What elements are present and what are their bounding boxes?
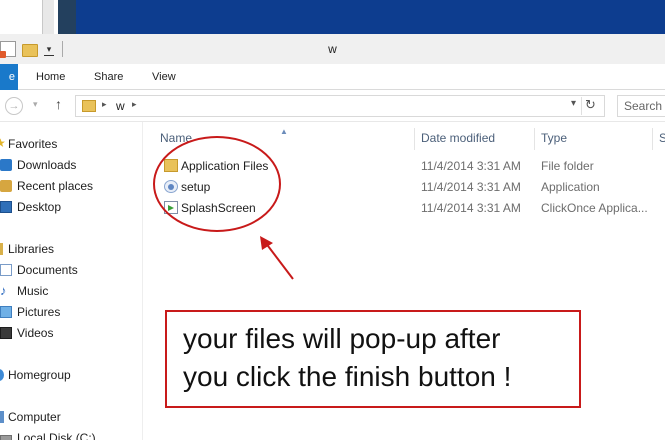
address-bar[interactable]: ▸ w ▸ ▾ ↻ (75, 95, 605, 117)
sidebar-item-music[interactable]: ♪ Music (0, 281, 143, 301)
clickonce-icon (164, 201, 178, 214)
sidebar-item-label: Computer (8, 410, 61, 424)
column-headers: ▲ Name Date modified Type S (144, 127, 665, 150)
folder-icon (82, 100, 96, 112)
local-disk-icon (0, 435, 12, 440)
sidebar-item-label: Desktop (17, 200, 62, 214)
column-divider[interactable] (652, 128, 653, 150)
file-name: setup (181, 180, 211, 194)
computer-icon (0, 411, 4, 423)
desktop-blue-area (76, 0, 665, 34)
desktop-background (0, 0, 665, 34)
column-header-name[interactable]: Name (160, 131, 192, 145)
back-button[interactable]: → (5, 97, 23, 115)
tab-share[interactable]: Share (94, 64, 123, 90)
column-divider[interactable] (414, 128, 415, 150)
column-header-type[interactable]: Type (541, 131, 567, 145)
column-header-date-modified[interactable]: Date modified (421, 131, 495, 145)
pictures-icon (0, 306, 12, 318)
folder-icon (164, 159, 178, 172)
sidebar-item-desktop[interactable]: Desktop (0, 197, 143, 217)
ribbon-tabs: e Home Share View (0, 64, 665, 90)
column-divider[interactable] (534, 128, 535, 150)
column-header-size[interactable]: S (659, 131, 665, 145)
sidebar-item-label: Videos (17, 326, 54, 340)
tab-view[interactable]: View (152, 64, 176, 90)
documents-icon (0, 264, 12, 276)
music-icon: ♪ (0, 283, 7, 298)
sidebar-item-pictures[interactable]: Pictures (0, 302, 143, 322)
sidebar-item-videos[interactable]: Videos (0, 323, 143, 343)
sidebar-item-label: Pictures (17, 305, 61, 319)
navigation-bar: → ▾ ↑ ▸ w ▸ ▾ ↻ (0, 90, 665, 122)
search-input[interactable] (624, 97, 665, 115)
desktop-scrollbar-strip (42, 0, 54, 34)
chevron-right-icon[interactable]: ▸ (102, 99, 107, 110)
file-type: Application (541, 180, 600, 194)
file-row-setup[interactable]: setup 11/4/2014 3:31 AM Application (144, 177, 665, 198)
window-title: w (328, 42, 337, 56)
desktop-icon (0, 201, 12, 213)
annotation-text-line-2: you click the finish button ! (183, 361, 512, 392)
sidebar-item-label: Homegroup (8, 368, 71, 382)
homegroup-icon (0, 369, 4, 381)
annotation-text-line-1: your files will pop-up after (183, 323, 501, 354)
sidebar-item-downloads[interactable]: Downloads (0, 155, 143, 175)
tab-home[interactable]: Home (36, 64, 65, 90)
setup-icon (164, 180, 178, 193)
address-path-segment[interactable]: w (116, 99, 125, 113)
desktop-dark-strip (58, 0, 76, 34)
videos-icon (0, 327, 12, 339)
file-row-application-files[interactable]: Application Files 11/4/2014 3:31 AM File… (144, 156, 665, 177)
annotation-callout: your files will pop-up after you click t… (165, 310, 581, 408)
navigation-pane: ★ Favorites Downloads Recent places Desk… (0, 122, 143, 440)
sidebar-item-homegroup[interactable]: Homegroup (0, 365, 143, 385)
up-button[interactable]: ↑ (55, 96, 62, 112)
sidebar-item-label: Recent places (17, 179, 94, 193)
sidebar-item-label: Documents (17, 263, 78, 277)
chevron-right-icon[interactable]: ▸ (132, 99, 137, 110)
sidebar-item-recent-places[interactable]: Recent places (0, 176, 143, 196)
sidebar-item-label: Downloads (17, 158, 77, 172)
sidebar-item-computer[interactable]: Computer (0, 407, 143, 427)
file-type: File folder (541, 159, 594, 173)
sidebar-item-label: Libraries (8, 242, 55, 256)
downloads-icon (0, 159, 12, 171)
recent-places-icon (0, 180, 12, 192)
file-row-splashscreen[interactable]: SplashScreen 11/4/2014 3:31 AM ClickOnce… (144, 198, 665, 219)
file-name: Application Files (181, 159, 269, 173)
recent-locations-dropdown-icon[interactable]: ▾ (33, 99, 38, 110)
search-box[interactable] (617, 95, 665, 117)
file-date-modified: 11/4/2014 3:31 AM (421, 201, 521, 215)
sidebar-item-local-disk[interactable]: Local Disk (C:) (0, 428, 143, 440)
file-date-modified: 11/4/2014 3:31 AM (421, 180, 521, 194)
star-icon: ★ (0, 136, 6, 150)
sidebar-item-libraries[interactable]: Libraries (0, 239, 143, 259)
file-date-modified: 11/4/2014 3:31 AM (421, 159, 521, 173)
sort-ascending-icon: ▲ (280, 127, 288, 136)
file-name: SplashScreen (181, 201, 256, 215)
address-dropdown-icon[interactable]: ▾ (571, 98, 576, 109)
tab-file[interactable]: e (0, 64, 18, 90)
refresh-icon[interactable]: ↻ (581, 97, 599, 115)
sidebar-item-documents[interactable]: Documents (0, 260, 143, 280)
libraries-icon (0, 243, 3, 255)
sidebar-item-label: Local Disk (C:) (17, 431, 96, 440)
sidebar-item-label: Music (17, 284, 49, 298)
file-type: ClickOnce Applica... (541, 201, 648, 215)
sidebar-item-label: Favorites (8, 137, 58, 151)
back-arrow-icon: → (8, 100, 20, 112)
sidebar-item-favorites[interactable]: ★ Favorites (0, 134, 143, 154)
title-bar: ▾ w (0, 34, 665, 64)
